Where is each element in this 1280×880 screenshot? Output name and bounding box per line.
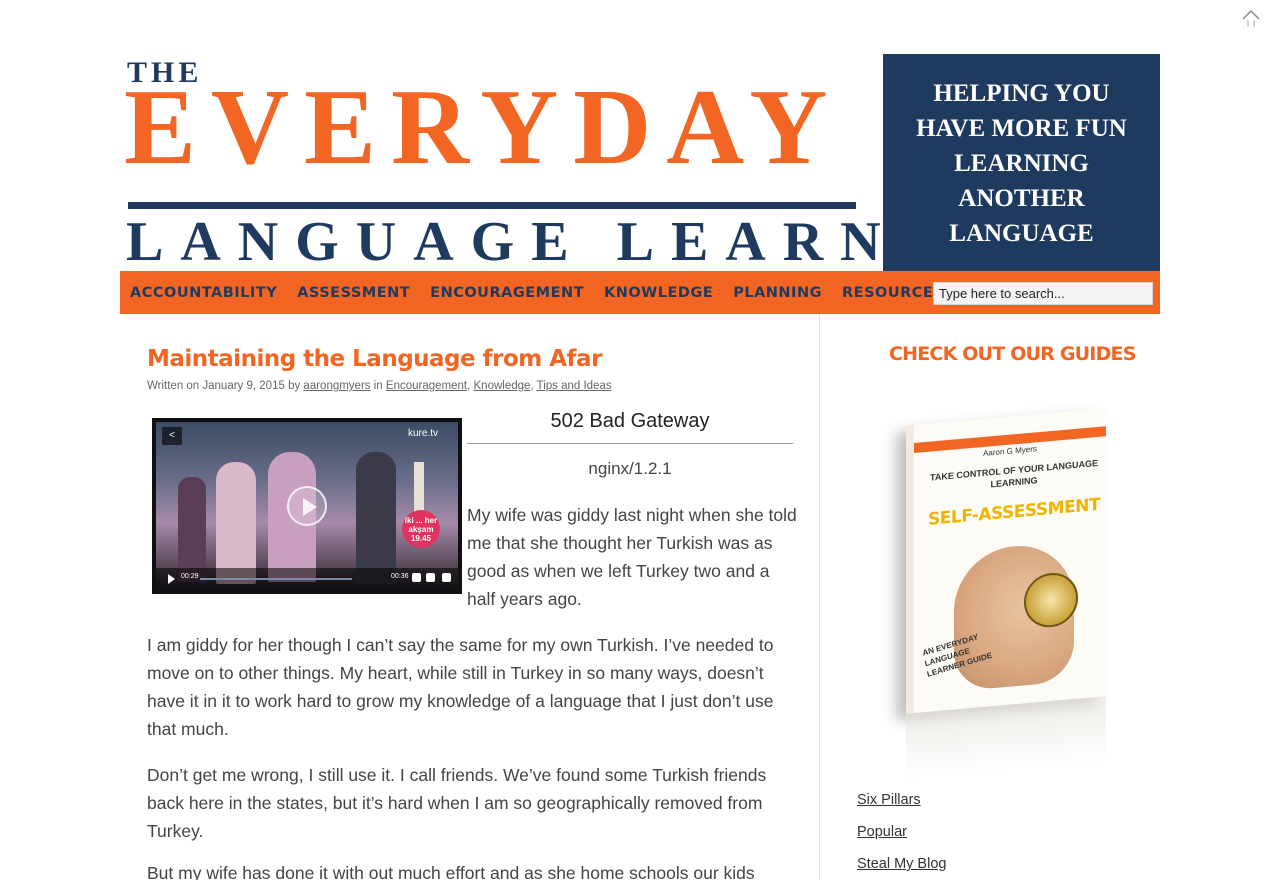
site-header: THE EVERYDAY LANGUAGE LEARNER HELPING YO… [120, 54, 1160, 273]
share-icon[interactable]: < [162, 427, 182, 445]
post-paragraph: My wife was giddy last night when she to… [467, 505, 797, 609]
post-meta-in: in [373, 380, 383, 392]
sidebar-heading: CHECK OUT OUR GUIDES [889, 343, 1136, 365]
category-link-encouragement[interactable]: Encouragement [386, 380, 467, 392]
book-subtitle: TAKE CONTROL OF YOUR LANGUAGE LEARNING [929, 457, 1098, 490]
error-server: nginx/1.2.1 [588, 459, 672, 478]
video-brand: kure.tv [407, 428, 438, 439]
volume-icon[interactable] [426, 573, 435, 582]
error-title: 502 Bad Gateway [550, 410, 710, 432]
column-divider [819, 314, 820, 880]
tagline-text: HELPING YOU HAVE MORE FUN LEARNING ANOTH… [916, 80, 1127, 247]
post-paragraph: I am giddy for her though I can’t say th… [147, 635, 774, 739]
search-input[interactable] [933, 282, 1153, 305]
logo-everyday: EVERYDAY [124, 68, 843, 187]
nav-item-assessment[interactable]: ASSESSMENT [297, 285, 410, 301]
category-link-tips[interactable]: Tips and Ideas [537, 380, 612, 392]
nav-item-knowledge[interactable]: KNOWLEDGE [604, 285, 713, 301]
fullscreen-icon[interactable] [442, 573, 451, 582]
nav-item-accountability[interactable]: ACCOUNTABILITY [130, 285, 277, 301]
time-total: 00:36 [391, 573, 409, 580]
scroll-top-icon[interactable] [1240, 8, 1262, 28]
video-controls: 00:29 00:36 [156, 568, 458, 590]
category-link-knowledge[interactable]: Knowledge [474, 380, 531, 392]
control-play-icon[interactable] [168, 574, 175, 584]
sidebar-link-popular[interactable]: Popular [857, 824, 907, 840]
video-badge: iki ... her akşam 19.45 [402, 510, 440, 548]
guide-book-image[interactable]: Aaron G Myers TAKE CONTROL OF YOUR LANGU… [868, 405, 1118, 780]
logo-divider [128, 202, 856, 209]
post-paragraph: But my wife has done it with out much ef… [147, 863, 755, 880]
post-paragraph: Don’t get me wrong, I still use it. I ca… [147, 765, 767, 841]
nav-item-encouragement[interactable]: ENCOURAGEMENT [430, 285, 584, 301]
tagline-banner: HELPING YOU HAVE MORE FUN LEARNING ANOTH… [883, 54, 1160, 271]
author-link[interactable]: aarongmyers [303, 380, 370, 392]
site-logo[interactable]: THE EVERYDAY LANGUAGE LEARNER [120, 54, 992, 273]
sidebar-link-six-pillars[interactable]: Six Pillars [857, 792, 921, 808]
book-title: SELF-ASSESSMENT [928, 494, 1100, 530]
time-elapsed: 00:29 [181, 573, 199, 580]
progress-bar[interactable] [200, 578, 352, 580]
nav-item-resources[interactable]: RESOURCES [842, 285, 944, 301]
main-nav: ACCOUNTABILITY ASSESSMENT ENCOURAGEMENT … [120, 271, 1160, 314]
logo-language-learner: LANGUAGE LEARNER [126, 211, 1010, 273]
settings-icon[interactable] [412, 573, 421, 582]
post-date: Written on January 9, 2015 by [147, 380, 301, 392]
nav-item-planning[interactable]: PLANNING [733, 285, 822, 301]
post-meta: Written on January 9, 2015 by aarongmyer… [147, 380, 612, 392]
sidebar-link-steal-my-blog[interactable]: Steal My Blog [857, 856, 946, 872]
post-title[interactable]: Maintaining the Language from Afar [147, 346, 602, 372]
video-player[interactable]: iki ... her akşam 19.45 < kure.tv 00:29 … [152, 418, 462, 594]
book-cover: Aaron G Myers TAKE CONTROL OF YOUR LANGU… [906, 408, 1106, 714]
error-divider [467, 443, 793, 444]
play-icon[interactable] [287, 486, 327, 526]
